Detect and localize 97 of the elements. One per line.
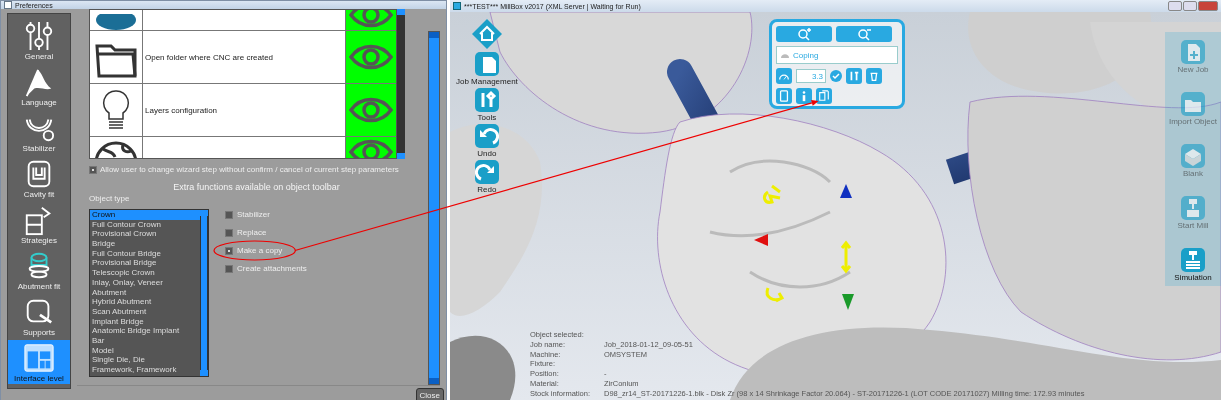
tablet-button[interactable] <box>776 88 792 104</box>
tablet-icon <box>778 89 790 103</box>
simulation-icon <box>1181 248 1205 272</box>
gauge-button[interactable] <box>776 68 792 84</box>
list-item[interactable]: Model <box>90 345 200 356</box>
zoom-in-icon <box>797 27 811 41</box>
sidebar-item[interactable]: Language <box>8 64 70 108</box>
interface-icon <box>23 342 55 374</box>
axis-cone[interactable] <box>840 184 852 198</box>
list-item[interactable]: Telescopic Crown <box>90 268 200 278</box>
list-item[interactable]: Single Die, Die <box>90 355 200 365</box>
toolbar-button[interactable]: Redo <box>474 160 499 194</box>
visibility-toggle[interactable] <box>345 10 396 30</box>
visibility-toggle[interactable] <box>345 84 396 136</box>
checkbox[interactable] <box>225 264 233 273</box>
sidebar-item[interactable]: Interface level <box>8 340 70 384</box>
crown-icon <box>780 51 790 59</box>
list-item[interactable]: Bar <box>90 335 200 346</box>
sidebar-item[interactable]: Cavity fit <box>8 156 70 200</box>
checkbox[interactable] <box>225 228 233 237</box>
close-button[interactable] <box>1198 1 1218 11</box>
delete-button[interactable] <box>866 68 882 84</box>
checkbox-label: Allow user to change wizard step without confirm / cancel of current step parameters <box>100 165 399 174</box>
list-item[interactable]: Framework, Framework <box>90 365 200 375</box>
toolbar-button[interactable]: Simulation <box>1174 248 1212 282</box>
scrollbar[interactable] <box>200 210 208 376</box>
info-button[interactable] <box>796 88 812 104</box>
window-icon <box>4 1 12 9</box>
checkbox-label: Replace <box>237 228 267 237</box>
toolbar-button[interactable]: Start Mill <box>1177 196 1209 230</box>
toolbar-button[interactable]: Blank <box>1181 144 1205 178</box>
redo-icon <box>474 160 499 184</box>
toolbar-button[interactable]: New Job <box>1177 40 1209 74</box>
zoom-out-button[interactable] <box>836 26 892 42</box>
list-item[interactable]: Hybrid Abutment <box>90 297 200 307</box>
list-item[interactable]: Full Contour Bridge <box>90 248 200 259</box>
sidebar-item[interactable]: Stabilizer <box>8 110 70 154</box>
list-item[interactable]: Implant Bridge <box>90 316 200 327</box>
undo-icon <box>474 124 499 148</box>
section-title: Extra functions available on object toolbar <box>172 182 341 192</box>
list-item[interactable]: Crown <box>90 210 200 220</box>
tools-icon <box>474 88 499 112</box>
checkbox-label: Create attachments <box>237 264 307 273</box>
folder-icon <box>1181 92 1205 116</box>
eye-icon <box>349 42 393 72</box>
checkbox[interactable] <box>225 246 233 255</box>
checkbox-label: Make a copy <box>237 246 283 255</box>
checkbox[interactable] <box>225 210 233 219</box>
checkbox[interactable] <box>89 166 97 174</box>
new-file-icon <box>1181 40 1205 64</box>
sidebar-item[interactable]: Strategies <box>8 202 70 246</box>
list-item[interactable]: Scan Abutment <box>90 306 200 317</box>
list-item[interactable]: Provisional Bridge <box>90 258 200 269</box>
window-icon <box>453 2 461 10</box>
checkbox-label: Stabilizer <box>237 210 270 219</box>
document-icon <box>474 52 499 76</box>
list-item[interactable]: Inlay, Onlay, Veneer <box>90 277 200 288</box>
list-item[interactable]: Abutment <box>90 287 200 298</box>
copy-button[interactable] <box>816 88 832 104</box>
sidebar-item[interactable]: Abutment fit <box>8 248 70 292</box>
list-item[interactable]: Provisional Crown <box>90 229 200 240</box>
checkmark-icon <box>830 70 842 82</box>
home-icon <box>470 18 503 50</box>
toolbar-button[interactable]: Import Object <box>1169 92 1217 126</box>
scrollbar[interactable] <box>428 31 440 385</box>
object-type-list[interactable] <box>89 209 209 377</box>
eye-icon <box>349 95 393 125</box>
zoom-out-icon <box>857 27 871 41</box>
axis-cone[interactable] <box>754 234 768 246</box>
home-button[interactable] <box>470 18 503 50</box>
list-item[interactable]: Full Contour Crown <box>90 219 200 230</box>
toolbar-button[interactable]: Undo <box>474 124 499 158</box>
toolbar-button[interactable]: Job Management <box>456 52 518 86</box>
zoom-in-button[interactable] <box>776 26 832 42</box>
maximize-button[interactable] <box>1183 1 1197 11</box>
block-icon <box>1181 144 1205 168</box>
rotation-handle[interactable] <box>765 286 784 303</box>
minimize-button[interactable] <box>1168 1 1182 11</box>
list-item[interactable]: Anatomic Bridge Implant <box>90 326 200 336</box>
copy-icon <box>818 89 830 103</box>
close-button[interactable]: Close <box>415 387 444 400</box>
rotation-handle[interactable] <box>763 184 782 204</box>
sidebar-item[interactable]: General <box>8 18 70 62</box>
visibility-toggle[interactable] <box>345 137 396 158</box>
toolbar-button[interactable]: Tools <box>474 88 499 122</box>
mill-icon <box>1181 196 1205 220</box>
table-cell: Open folder where CNC are created <box>145 52 274 62</box>
tools-icon <box>848 69 860 83</box>
list-item[interactable]: Bridge <box>90 239 200 249</box>
tools-button[interactable] <box>846 68 862 84</box>
field-label: Object type <box>89 194 131 203</box>
visibility-toggle[interactable] <box>345 31 396 83</box>
scrollbar[interactable] <box>397 9 405 159</box>
table-cell: Layers configuration <box>145 105 218 115</box>
sidebar-item[interactable]: Supports <box>8 294 70 338</box>
move-handle[interactable] <box>840 240 852 274</box>
sliders-icon <box>23 20 55 52</box>
